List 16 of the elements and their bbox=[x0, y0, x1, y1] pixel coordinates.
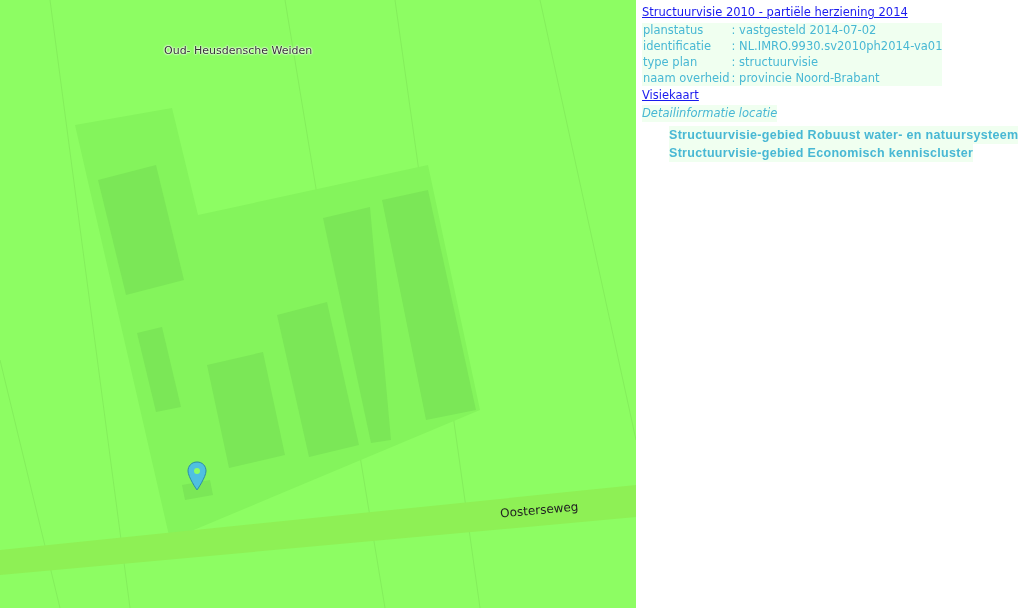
road-label: Oosterseweg bbox=[499, 498, 580, 523]
map-link[interactable]: Visiekaart bbox=[642, 87, 699, 105]
map-pin-icon[interactable] bbox=[186, 461, 208, 491]
place-label: Oud- Heusdensche Weiden bbox=[164, 43, 313, 59]
field-label: planstatus bbox=[642, 23, 705, 39]
detail-item: Structuurvisie-gebied Economisch kenniscluster bbox=[669, 144, 974, 163]
detail-item: Structuurvisie-gebied Robuust water- en natuursysteem bbox=[669, 126, 1019, 145]
field-value: : structuurvisie bbox=[731, 55, 819, 71]
plan-title-link[interactable]: Structuurvisie 2010 - partiële herziening 2014 bbox=[642, 4, 908, 22]
field-value: : vastgesteld 2014-07-02 bbox=[731, 23, 878, 39]
field-label: naam overheid bbox=[642, 71, 731, 87]
field-value: : provincie Noord-Brabant bbox=[731, 71, 881, 87]
field-value: : NL.IMRO.9930.sv2010ph2014-va01 bbox=[731, 39, 943, 55]
section-heading: Detailinformatie locatie bbox=[642, 105, 778, 123]
field-label: identificatie bbox=[642, 39, 712, 55]
field-label: type plan bbox=[642, 55, 699, 71]
